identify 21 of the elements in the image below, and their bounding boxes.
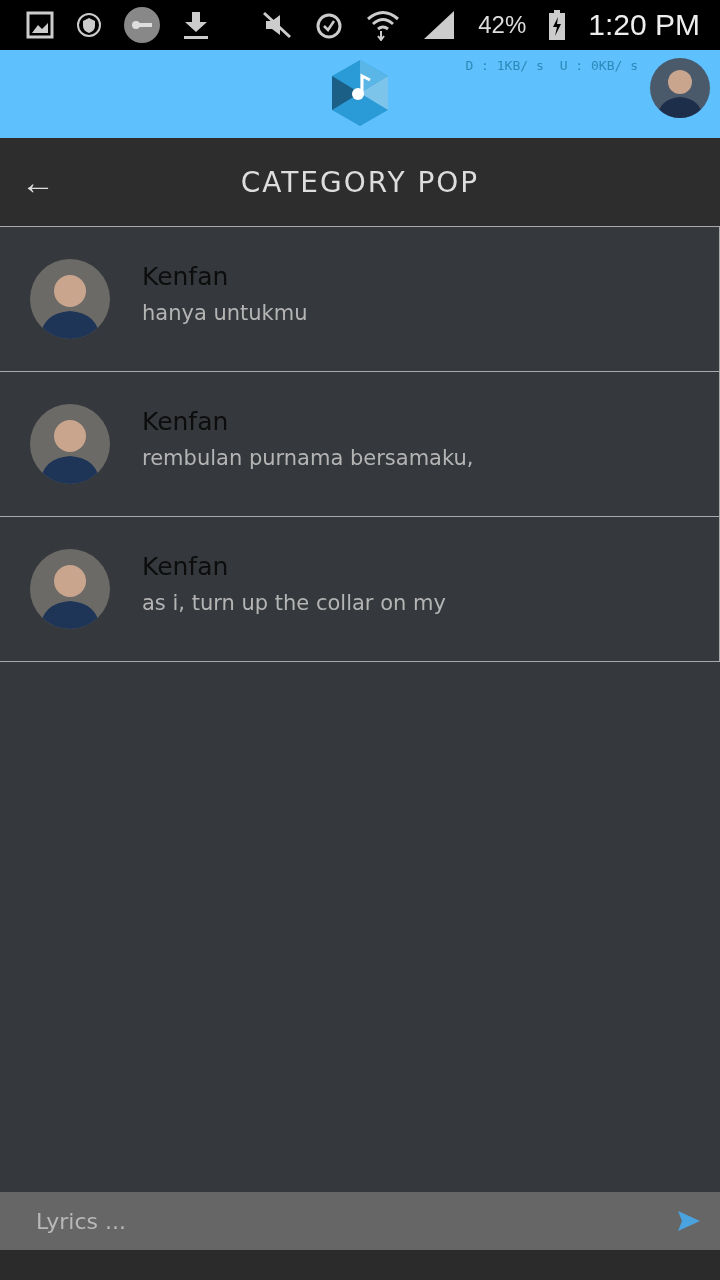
shield-icon — [76, 12, 102, 38]
lyric-text: as i, turn up the collar on my — [142, 590, 446, 615]
mute-icon — [262, 11, 293, 39]
upload-speed: U : 0KB/ s — [559, 58, 638, 73]
user-avatar[interactable] — [650, 58, 710, 118]
page-title: CATEGORY POP — [239, 165, 481, 199]
gallery-icon — [26, 11, 54, 39]
battery-icon — [548, 10, 567, 40]
download-icon — [182, 10, 210, 40]
lyrics-field[interactable]: Lyrics ... — [34, 1207, 678, 1235]
wifi-icon — [366, 9, 401, 41]
music-logo-icon — [330, 60, 390, 128]
back-button[interactable]: ← — [18, 162, 58, 202]
battery-percentage: 42% — [478, 11, 527, 39]
lyric-text: hanya untukmu — [142, 300, 308, 325]
key-icon — [124, 7, 160, 43]
clock-time: 1:20 PM — [588, 8, 700, 42]
signal-icon — [422, 9, 457, 41]
lyrics-input-bar[interactable]: Lyrics ... — [0, 1192, 720, 1250]
lyric-text: rembulan purnama bersamaku, — [142, 445, 474, 470]
download-speed: D : 1KB/ s — [465, 58, 544, 73]
